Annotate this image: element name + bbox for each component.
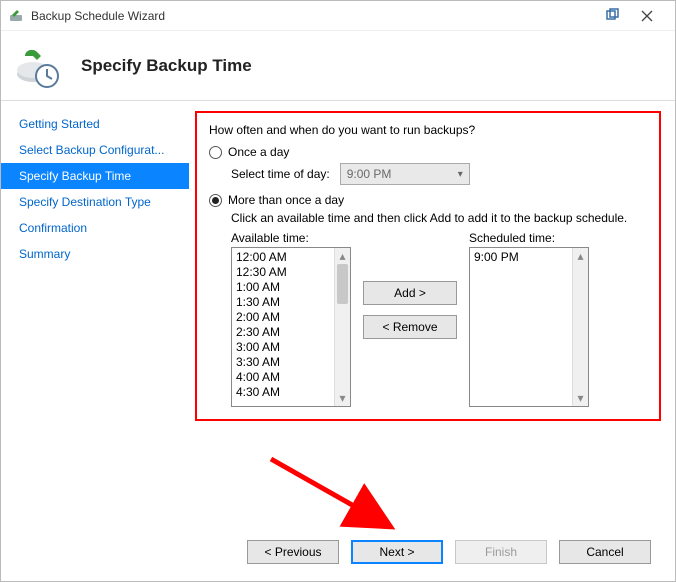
list-item[interactable]: 1:30 AM <box>236 295 334 310</box>
list-item[interactable]: 12:00 AM <box>236 250 334 265</box>
highlight-box: How often and when do you want to run ba… <box>195 111 661 421</box>
radio-once-a-day[interactable]: Once a day <box>209 145 647 159</box>
scroll-up-icon[interactable]: ▴ <box>573 248 588 264</box>
time-of-day-value: 9:00 PM <box>347 167 392 181</box>
scrollbar[interactable]: ▴ ▾ <box>334 248 350 406</box>
app-icon <box>9 8 25 24</box>
scheduled-label: Scheduled time: <box>469 231 589 245</box>
finish-button: Finish <box>455 540 547 564</box>
window-title: Backup Schedule Wizard <box>31 9 597 23</box>
list-item[interactable]: 2:30 AM <box>236 325 334 340</box>
available-time-list[interactable]: 12:00 AM 12:30 AM 1:00 AM 1:30 AM 2:00 A… <box>231 247 351 407</box>
available-label: Available time: <box>231 231 351 245</box>
chevron-down-icon: ▾ <box>458 169 463 180</box>
wizard-body: Getting Started Select Backup Configurat… <box>1 101 675 521</box>
list-item[interactable]: 3:00 AM <box>236 340 334 355</box>
add-button[interactable]: Add > <box>363 281 457 305</box>
scroll-up-icon[interactable]: ▴ <box>335 248 350 264</box>
scheduled-column: Scheduled time: 9:00 PM ▴ ▾ <box>469 231 589 407</box>
step-summary[interactable]: Summary <box>1 241 189 267</box>
wizard-window: Backup Schedule Wizard Specify Backup Ti… <box>0 0 676 582</box>
cancel-button[interactable]: Cancel <box>559 540 651 564</box>
radio-icon <box>209 146 222 159</box>
list-item[interactable]: 1:00 AM <box>236 280 334 295</box>
step-confirmation[interactable]: Confirmation <box>1 215 189 241</box>
time-of-day-select: 9:00 PM ▾ <box>340 163 470 185</box>
list-item[interactable]: 4:00 AM <box>236 370 334 385</box>
backup-clock-icon <box>15 42 63 90</box>
prompt-text: How often and when do you want to run ba… <box>209 123 647 137</box>
available-column: Available time: 12:00 AM 12:30 AM 1:00 A… <box>231 231 351 407</box>
wizard-steps: Getting Started Select Backup Configurat… <box>1 101 189 521</box>
scroll-down-icon[interactable]: ▾ <box>573 390 588 406</box>
list-item[interactable]: 2:00 AM <box>236 310 334 325</box>
scroll-track[interactable] <box>335 264 350 390</box>
time-lists: Available time: 12:00 AM 12:30 AM 1:00 A… <box>231 231 647 407</box>
restore-icon[interactable] <box>597 2 627 30</box>
radio-more-than-once[interactable]: More than once a day <box>209 193 647 207</box>
window-controls <box>627 2 667 30</box>
step-select-backup-config[interactable]: Select Backup Configurat... <box>1 137 189 163</box>
transfer-buttons: Add > < Remove <box>363 281 457 339</box>
previous-button[interactable]: < Previous <box>247 540 339 564</box>
list-item[interactable]: 4:30 AM <box>236 385 334 400</box>
list-item[interactable]: 12:30 AM <box>236 265 334 280</box>
step-specify-backup-time[interactable]: Specify Backup Time <box>1 163 189 189</box>
scheduled-time-list[interactable]: 9:00 PM ▴ ▾ <box>469 247 589 407</box>
radio-multi-label: More than once a day <box>228 193 344 207</box>
titlebar: Backup Schedule Wizard <box>1 1 675 31</box>
scrollbar[interactable]: ▴ ▾ <box>572 248 588 406</box>
scroll-thumb[interactable] <box>337 264 348 304</box>
wizard-content: How often and when do you want to run ba… <box>189 101 675 521</box>
list-item[interactable]: 3:30 AM <box>236 355 334 370</box>
time-of-day-label: Select time of day: <box>231 167 330 181</box>
radio-icon <box>209 194 222 207</box>
next-button[interactable]: Next > <box>351 540 443 564</box>
multi-instruction: Click an available time and then click A… <box>231 211 647 225</box>
list-item[interactable]: 9:00 PM <box>474 250 572 265</box>
scroll-down-icon[interactable]: ▾ <box>335 390 350 406</box>
page-title: Specify Backup Time <box>81 56 252 76</box>
once-time-row: Select time of day: 9:00 PM ▾ <box>231 163 647 185</box>
step-specify-destination-type[interactable]: Specify Destination Type <box>1 189 189 215</box>
step-getting-started[interactable]: Getting Started <box>1 111 189 137</box>
close-icon[interactable] <box>627 2 667 30</box>
radio-once-label: Once a day <box>228 145 289 159</box>
wizard-footer: < Previous Next > Finish Cancel <box>1 523 675 581</box>
scroll-track[interactable] <box>573 264 588 390</box>
wizard-header: Specify Backup Time <box>1 31 675 101</box>
remove-button[interactable]: < Remove <box>363 315 457 339</box>
